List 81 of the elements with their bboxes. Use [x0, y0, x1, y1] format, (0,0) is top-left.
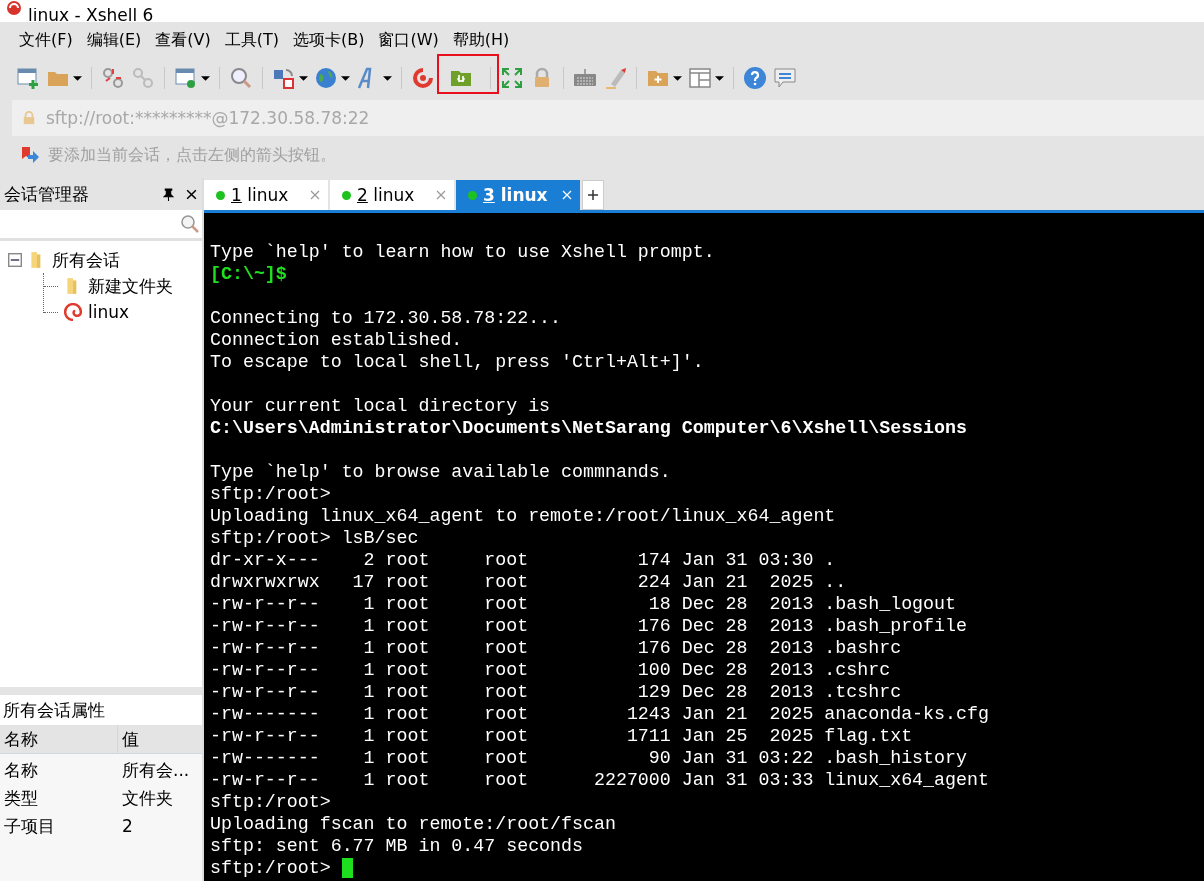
connected-dot-icon — [342, 190, 351, 200]
terminal-line: Your current local directory is — [210, 395, 551, 417]
plus-icon — [587, 189, 599, 201]
help-icon[interactable] — [743, 66, 767, 90]
terminal-line: dr-xr-x--- 2 root root 174 Jan 31 03:30 . — [210, 549, 836, 571]
highlighter-icon[interactable] — [603, 66, 627, 90]
terminal-line: -rw------- 1 root root 1243 Jan 21 2025 anaconda-ks.cfg — [210, 703, 989, 725]
caret-icon[interactable] — [299, 73, 308, 83]
xshell-logo-icon[interactable] — [411, 66, 435, 90]
hint-text: 要添加当前会话，点击左侧的箭头按钮。 — [48, 144, 336, 166]
terminal-line: -rw-r--r-- 1 root root 176 Dec 28 2013 .bashrc — [210, 637, 902, 659]
terminal-line: C:\Users\Administrator\Documents\NetSarang Computer\6\Xshell\Sessions — [210, 417, 967, 439]
menu-item[interactable]: 选项卡(B) — [286, 29, 372, 51]
menu-item[interactable]: 查看(V) — [148, 29, 218, 51]
search-icon — [180, 214, 200, 234]
search-icon[interactable] — [229, 66, 253, 90]
terminal-line: -rw-r--r-- 1 root root 18 Dec 28 2013 .bash_logout — [210, 593, 956, 615]
terminal-line: -rw-r--r-- 1 root root 176 Dec 28 2013 .bash_profile — [210, 615, 967, 637]
terminal-line: Uploading linux_x64_agent to remote:/root/linux_x64_agent — [210, 505, 836, 527]
terminal-line: -rw-r--r-- 1 root root 129 Dec 28 2013 .tcshrc — [210, 681, 902, 703]
caret-icon[interactable] — [201, 73, 210, 83]
window-title: linux - Xshell 6 — [28, 8, 154, 22]
new-tab-button[interactable] — [582, 180, 604, 210]
column-header[interactable]: 名称 — [0, 725, 118, 753]
terminal-line: -rw-r--r-- 1 root root 2227000 Jan 31 03:33 linux_x64_agent — [210, 769, 989, 791]
connected-dot-icon — [468, 190, 477, 200]
close-icon[interactable] — [185, 187, 198, 201]
new-session-icon[interactable] — [16, 66, 40, 90]
terminal-line: -rw-r--r-- 1 root root 1711 Jan 25 2025 flag.txt — [210, 725, 913, 747]
chat-icon[interactable] — [773, 66, 797, 90]
collapse-icon[interactable] — [8, 253, 22, 267]
terminal-line: drwxrwxrwx 17 root root 224 Jan 21 2025 .. — [210, 571, 847, 593]
terminal-line: Connection established. — [210, 329, 463, 351]
menu-item[interactable]: 文件(F) — [12, 29, 80, 51]
terminal-line: Uploading fscan to remote:/root/fscan — [210, 813, 616, 835]
tree-item[interactable]: 所有会话 — [52, 248, 120, 272]
caret-icon[interactable] — [673, 73, 682, 83]
menu-item[interactable]: 工具(T) — [217, 29, 286, 51]
add-session-arrow-icon[interactable] — [20, 145, 40, 165]
terminal-line: -rw------- 1 root root 90 Jan 31 03:22 .bash_history — [210, 747, 967, 769]
table-cell-text: 类型 — [3, 787, 39, 810]
table-cell-text: 名称 — [3, 759, 39, 782]
terminal-line: -rw-r--r-- 1 root root 100 Dec 28 2013 .cshrc — [210, 659, 891, 681]
column-header[interactable]: 值 — [118, 725, 202, 753]
fullscreen-icon[interactable] — [500, 66, 524, 90]
panel-title: 会话管理器 — [4, 182, 89, 206]
terminal-line: sftp:/root> — [210, 483, 331, 505]
connected-dot-icon — [216, 190, 225, 200]
table-cell-text: 子项目 — [3, 815, 56, 838]
table-cell-text: 文件夹 — [121, 787, 174, 810]
disconnect-icon[interactable] — [101, 66, 125, 90]
tree-item[interactable]: 新建文件夹 — [88, 274, 173, 298]
caret-icon[interactable] — [715, 73, 724, 83]
highlight-box — [437, 54, 499, 94]
lock-icon — [22, 110, 36, 126]
shell-icon — [64, 303, 82, 321]
caret-icon[interactable] — [383, 73, 392, 83]
terminal-line: sftp:/root> — [210, 791, 331, 813]
terminal-line: sftp:/root> — [210, 857, 332, 879]
caret-icon[interactable] — [341, 73, 350, 83]
menu-item[interactable]: 窗口(W) — [371, 29, 446, 51]
terminal-line: Connecting to 172.30.58.78:22... — [210, 307, 562, 329]
terminal-line: [C:\~]$ — [210, 263, 287, 285]
session-tab[interactable]: 3 linux — [456, 180, 580, 210]
session-tab[interactable]: 2 linux — [330, 180, 454, 210]
terminal-line: sftp:/root> lsB/sec — [210, 527, 419, 549]
terminal-line: Type `help' to browse available commnands. — [210, 461, 671, 483]
transfer-icon[interactable] — [272, 66, 296, 90]
terminal-line: To escape to local shell, press 'Ctrl+Alt+]'. — [210, 351, 704, 373]
terminal-line: sftp: sent 6.77 MB in 0.47 seconds — [210, 835, 583, 857]
terminal-line: Type `help' to learn how to use Xshell prompt. — [210, 241, 715, 263]
menu-item[interactable]: 编辑(E) — [79, 29, 149, 51]
terminal-screen[interactable] — [204, 213, 1204, 881]
tree-item[interactable]: linux — [88, 302, 130, 322]
session-tab[interactable]: 1 linux — [204, 180, 328, 210]
menu-item[interactable]: 帮助(H) — [445, 29, 517, 51]
table-cell-text: 2 — [121, 815, 134, 838]
caret-icon[interactable] — [73, 73, 82, 83]
table-cell-text: 所有会... — [121, 759, 191, 782]
panel-title: 所有会话属性 — [0, 695, 202, 725]
pin-icon[interactable] — [162, 187, 175, 201]
